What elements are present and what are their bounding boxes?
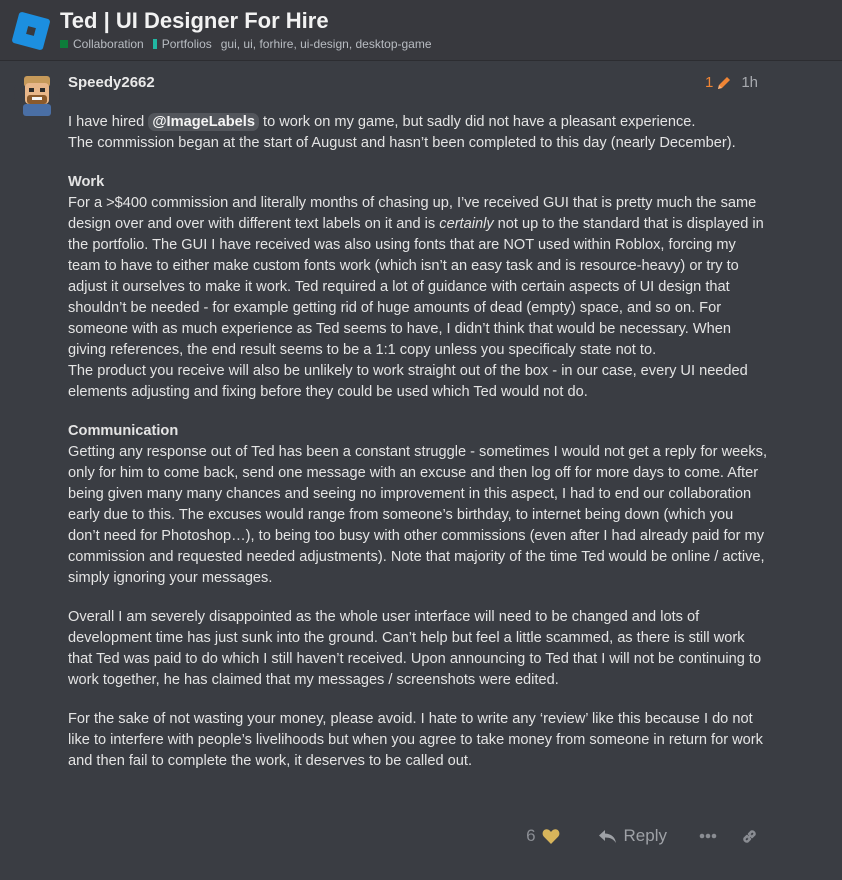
- post-username[interactable]: Speedy2662: [68, 74, 155, 91]
- reply-icon: [598, 829, 616, 843]
- intro-text: The commission began at the start of Aug…: [68, 135, 736, 151]
- work-text: not up to the standard that is displayed…: [68, 216, 764, 358]
- emphasis-text: certainly: [439, 216, 494, 232]
- category-label: Collaboration: [73, 37, 144, 51]
- like-count[interactable]: 6: [526, 826, 535, 846]
- category-label: Portfolios: [161, 37, 212, 51]
- category-collaboration[interactable]: Collaboration: [60, 37, 144, 51]
- communication-section: Communication Getting any response out o…: [68, 421, 768, 589]
- roblox-logo-icon[interactable]: [10, 10, 52, 52]
- communication-heading: Communication: [68, 423, 179, 439]
- topic-tags[interactable]: gui, ui, forhire, ui-design, desktop-gam…: [221, 37, 432, 51]
- post-actions: 6 Reply: [526, 826, 758, 846]
- intro-text: I have hired: [68, 114, 149, 130]
- work-text: The product you receive will also be unl…: [68, 363, 748, 400]
- more-icon[interactable]: [699, 833, 717, 839]
- category-swatch: [152, 39, 157, 49]
- topic-meta: Collaboration Portfolios gui, ui, forhir…: [60, 37, 432, 51]
- communication-text: Getting any response out of Ted has been…: [68, 444, 768, 586]
- reply-label: Reply: [623, 826, 667, 845]
- post-time[interactable]: 1h: [741, 74, 758, 91]
- edit-count[interactable]: 1: [705, 74, 713, 91]
- post-body: I have hired @ImageLabels to work on my …: [68, 112, 768, 790]
- heart-icon[interactable]: [542, 828, 560, 845]
- work-heading: Work: [68, 174, 105, 190]
- topic-title[interactable]: Ted | UI Designer For Hire: [60, 8, 329, 34]
- avatar[interactable]: [14, 70, 60, 116]
- closing-paragraph: For the sake of not wasting your money, …: [68, 711, 763, 769]
- link-icon[interactable]: [741, 828, 758, 845]
- category-swatch: [60, 40, 68, 48]
- intro-text: to work on my game, but sadly did not ha…: [258, 114, 696, 130]
- intro-paragraph: I have hired @ImageLabels to work on my …: [68, 112, 768, 154]
- user-mention[interactable]: @ImageLabels: [148, 113, 259, 131]
- category-portfolios[interactable]: Portfolios: [152, 37, 212, 51]
- reply-button[interactable]: Reply: [598, 826, 667, 846]
- overall-paragraph: Overall I am severely disappointed as th…: [68, 609, 762, 688]
- work-section: Work For a >$400 commission and literall…: [68, 172, 768, 403]
- post-meta: 1 1h: [705, 74, 758, 91]
- topic-header: Ted | UI Designer For Hire Collaboration…: [0, 0, 842, 61]
- pencil-icon[interactable]: [717, 76, 731, 90]
